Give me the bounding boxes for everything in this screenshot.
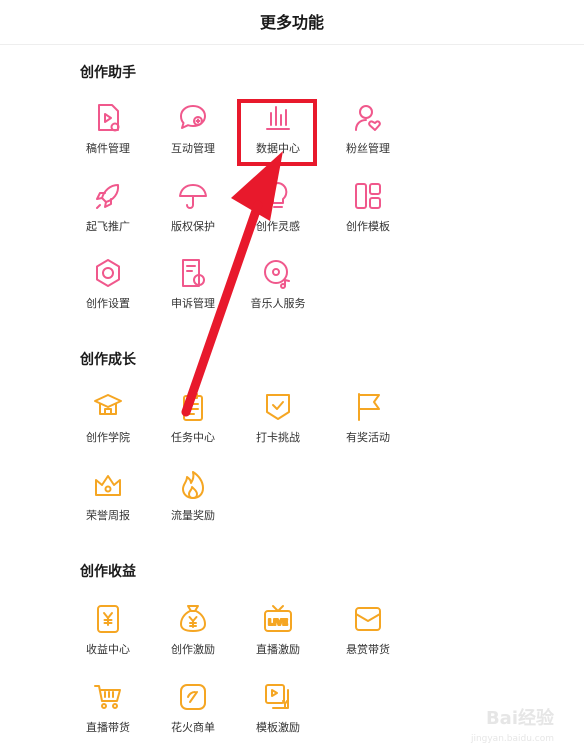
watermark-logo: Bai经验 bbox=[485, 708, 554, 729]
watermark-url: jingyan.baidu.com bbox=[470, 734, 554, 744]
pointer-arrow bbox=[181, 151, 283, 417]
